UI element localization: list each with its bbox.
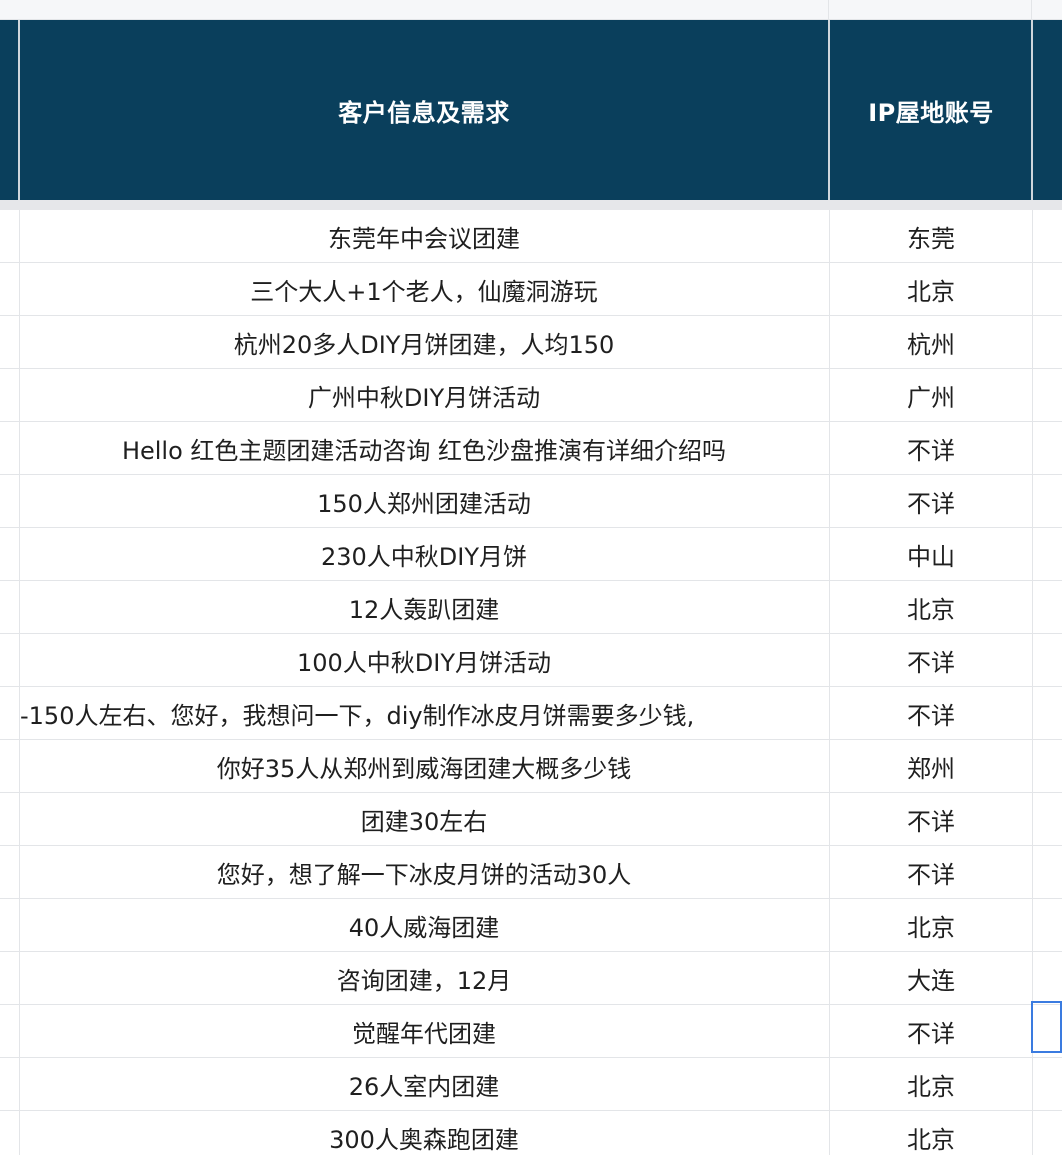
cell-ip[interactable]: 北京 bbox=[830, 899, 1032, 951]
table-row: 三个大人+1个老人，仙魔洞游玩 北京 bbox=[0, 263, 1062, 316]
cell-next[interactable] bbox=[1033, 687, 1062, 739]
cell-need[interactable]: 杭州20多人DIY月饼团建，人均150 bbox=[20, 316, 828, 368]
cell-next[interactable] bbox=[1033, 422, 1062, 474]
cell-need[interactable]: -150人左右、您好，我想问一下，diy制作冰皮月饼需要多少钱, bbox=[20, 687, 828, 739]
table-row: 东莞年中会议团建 东莞 bbox=[0, 210, 1062, 263]
column-header-strip bbox=[0, 0, 1062, 20]
table-row: -150人左右、您好，我想问一下，diy制作冰皮月饼需要多少钱, 不详 bbox=[0, 687, 1062, 740]
cell-next[interactable] bbox=[1033, 581, 1062, 633]
cell-ip[interactable]: 不详 bbox=[830, 634, 1032, 686]
cell-next[interactable] bbox=[1033, 369, 1062, 421]
cell-need[interactable]: 东莞年中会议团建 bbox=[20, 210, 828, 262]
cell-ip[interactable]: 大连 bbox=[830, 952, 1032, 1004]
table-row: Hello 红色主题团建活动咨询 红色沙盘推演有详细介绍吗 不详 bbox=[0, 422, 1062, 475]
cell-ip[interactable]: 广州 bbox=[830, 369, 1032, 421]
selected-cell-outline[interactable] bbox=[1031, 1001, 1062, 1053]
table-row: 广州中秋DIY月饼活动 广州 bbox=[0, 369, 1062, 422]
cell-ip[interactable]: 不详 bbox=[830, 793, 1032, 845]
cell-next[interactable] bbox=[1033, 1111, 1062, 1155]
cell-ip[interactable]: 郑州 bbox=[830, 740, 1032, 792]
cell-next[interactable] bbox=[1033, 793, 1062, 845]
cell-ip[interactable]: 北京 bbox=[830, 1111, 1032, 1155]
header-cell-ip[interactable]: IP屋地账号 bbox=[830, 20, 1032, 200]
cell-need[interactable]: 230人中秋DIY月饼 bbox=[20, 528, 828, 580]
cell-need[interactable]: 咨询团建，12月 bbox=[20, 952, 828, 1004]
cell-ip[interactable]: 不详 bbox=[830, 475, 1032, 527]
cell-ip[interactable]: 北京 bbox=[830, 263, 1032, 315]
table-header: 客户信息及需求 IP屋地账号 bbox=[0, 20, 1062, 200]
cell-ip[interactable]: 不详 bbox=[830, 1005, 1032, 1057]
table-row: 150人郑州团建活动 不详 bbox=[0, 475, 1062, 528]
cell-next[interactable] bbox=[1033, 475, 1062, 527]
table-row: 40人威海团建 北京 bbox=[0, 899, 1062, 952]
cell-next[interactable] bbox=[1033, 528, 1062, 580]
table-row: 230人中秋DIY月饼 中山 bbox=[0, 528, 1062, 581]
cell-need[interactable]: 12人轰趴团建 bbox=[20, 581, 828, 633]
table-row: 12人轰趴团建 北京 bbox=[0, 581, 1062, 634]
cell-need[interactable]: 广州中秋DIY月饼活动 bbox=[20, 369, 828, 421]
cell-ip[interactable]: 不详 bbox=[830, 687, 1032, 739]
cell-next[interactable] bbox=[1033, 952, 1062, 1004]
table-row: 咨询团建，12月 大连 bbox=[0, 952, 1062, 1005]
cell-ip[interactable]: 不详 bbox=[830, 846, 1032, 898]
cell-next[interactable] bbox=[1033, 634, 1062, 686]
cell-need[interactable]: 150人郑州团建活动 bbox=[20, 475, 828, 527]
cell-need[interactable]: 26人室内团建 bbox=[20, 1058, 828, 1110]
cell-need[interactable]: 觉醒年代团建 bbox=[20, 1005, 828, 1057]
table-row: 觉醒年代团建 不详 bbox=[0, 1005, 1062, 1058]
cell-next[interactable] bbox=[1033, 899, 1062, 951]
table-row: 杭州20多人DIY月饼团建，人均150 杭州 bbox=[0, 316, 1062, 369]
cell-ip[interactable]: 中山 bbox=[830, 528, 1032, 580]
cell-need[interactable]: 300人奥森跑团建 bbox=[20, 1111, 828, 1155]
table-row: 团建30左右 不详 bbox=[0, 793, 1062, 846]
cell-ip[interactable]: 不详 bbox=[830, 422, 1032, 474]
header-divider bbox=[0, 200, 1062, 210]
spreadsheet: 客户信息及需求 IP屋地账号 东莞年中会议团建 东莞 三个大人+1个老人，仙魔洞游… bbox=[0, 0, 1062, 1155]
cell-ip[interactable]: 杭州 bbox=[830, 316, 1032, 368]
cell-need[interactable]: Hello 红色主题团建活动咨询 红色沙盘推演有详细介绍吗 bbox=[20, 422, 828, 474]
cell-next[interactable] bbox=[1033, 1058, 1062, 1110]
header-cell-need[interactable]: 客户信息及需求 bbox=[20, 20, 828, 200]
cell-need[interactable]: 您好，想了解一下冰皮月饼的活动30人 bbox=[20, 846, 828, 898]
table-row: 300人奥森跑团建 北京 bbox=[0, 1111, 1062, 1155]
cell-ip[interactable]: 东莞 bbox=[830, 210, 1032, 262]
cell-next[interactable] bbox=[1033, 846, 1062, 898]
cell-need[interactable]: 三个大人+1个老人，仙魔洞游玩 bbox=[20, 263, 828, 315]
table-row: 100人中秋DIY月饼活动 不详 bbox=[0, 634, 1062, 687]
table-body: 东莞年中会议团建 东莞 三个大人+1个老人，仙魔洞游玩 北京 杭州20多人DIY月饼… bbox=[0, 210, 1062, 1155]
cell-need[interactable]: 100人中秋DIY月饼活动 bbox=[20, 634, 828, 686]
table-row: 26人室内团建 北京 bbox=[0, 1058, 1062, 1111]
table-row: 你好35人从郑州到威海团建大概多少钱 郑州 bbox=[0, 740, 1062, 793]
cell-next[interactable] bbox=[1033, 263, 1062, 315]
table-row: 您好，想了解一下冰皮月饼的活动30人 不详 bbox=[0, 846, 1062, 899]
cell-need[interactable]: 你好35人从郑州到威海团建大概多少钱 bbox=[20, 740, 828, 792]
cell-next[interactable] bbox=[1033, 316, 1062, 368]
cell-ip[interactable]: 北京 bbox=[830, 581, 1032, 633]
cell-need[interactable]: 40人威海团建 bbox=[20, 899, 828, 951]
cell-next[interactable] bbox=[1033, 740, 1062, 792]
cell-need[interactable]: 团建30左右 bbox=[20, 793, 828, 845]
cell-next[interactable] bbox=[1033, 210, 1062, 262]
cell-ip[interactable]: 北京 bbox=[830, 1058, 1032, 1110]
